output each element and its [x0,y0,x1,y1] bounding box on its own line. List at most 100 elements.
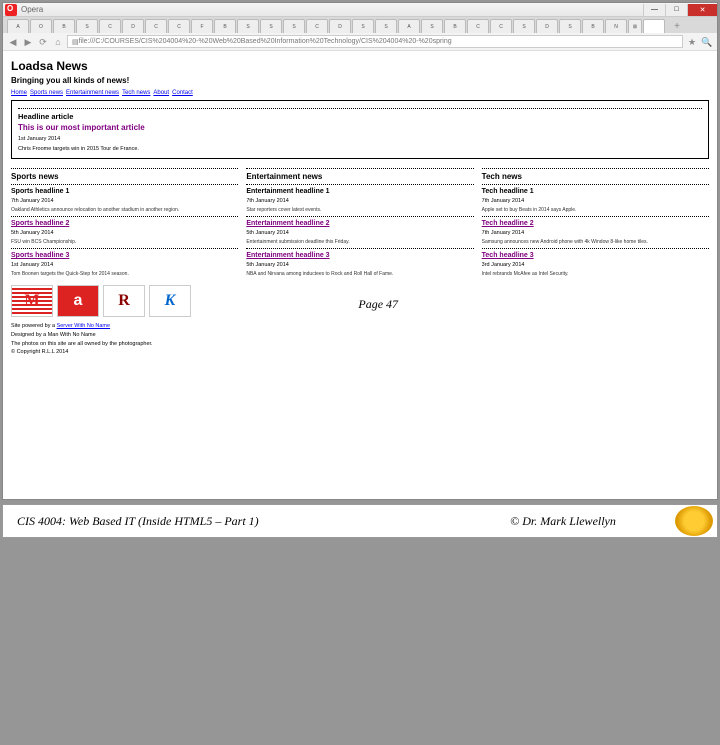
news-body: Intel rebrands McAfee as Intel Security. [482,271,709,277]
opera-logo-icon [5,4,17,16]
tab-active[interactable] [643,19,665,33]
site-subtitle: Bringing you all kinds of news! [11,76,709,85]
tab[interactable]: B [53,19,75,33]
news-headline[interactable]: Tech headline 3 [482,252,709,259]
url-input[interactable]: ▤ file:///C:/COURSES/CIS%204004%20-%20We… [67,35,683,48]
column-title: Sports news [11,172,238,181]
headline-body: Chris Froome targets win in 2015 Tour de… [18,146,702,152]
tab[interactable]: S [559,19,581,33]
news-headline[interactable]: Sports headline 2 [11,220,238,227]
footer-link[interactable]: Server With No Name [57,323,111,329]
news-date: 1st January 2014 [11,262,238,268]
site-title: Loadsa News [11,59,709,73]
tab[interactable]: O [30,19,52,33]
news-date: 5th January 2014 [11,230,238,236]
tab[interactable]: C [490,19,512,33]
tab[interactable]: C [168,19,190,33]
news-headline: Tech headline 1 [482,188,709,195]
tab[interactable]: B [444,19,466,33]
nav-link[interactable]: Sports news [30,90,63,96]
close-tab-icon[interactable]: ⊠ [628,19,642,33]
tab[interactable]: B [582,19,604,33]
slide-footer: CIS 4004: Web Based IT (Inside HTML5 – P… [2,504,718,538]
tab[interactable]: D [329,19,351,33]
footer-thumb: M [11,285,53,317]
nav-link[interactable]: Entertainment news [66,90,119,96]
news-column: Sports news Sports headline 1 7th January … [11,165,238,279]
address-bar: ◀ ▶ ⟳ ⌂ ▤ file:///C:/COURSES/CIS%204004%… [3,33,717,51]
footer-thumb: R [103,285,145,317]
tab[interactable]: S [76,19,98,33]
tab[interactable]: B [214,19,236,33]
minimize-button[interactable]: — [643,4,665,16]
site-nav: HomeSports newsEntertainment newsTech ne… [11,90,709,96]
forward-button[interactable]: ▶ [22,36,34,48]
url-text: file:///C:/COURSES/CIS%204004%20-%20Web%… [79,38,452,45]
search-button[interactable]: 🔍 [701,36,713,48]
news-headline: Sports headline 1 [11,188,238,195]
home-button[interactable]: ⌂ [52,36,64,48]
news-date: 7th January 2014 [246,198,473,204]
tab[interactable]: F [191,19,213,33]
headline-box: Headline article This is our most import… [11,100,709,159]
headline-date: 1st January 2014 [18,136,702,142]
news-headline[interactable]: Sports headline 3 [11,252,238,259]
column-title: Tech news [482,172,709,181]
window-title: Opera [19,5,43,14]
bookmark-button[interactable]: ★ [686,36,698,48]
nav-link[interactable]: Tech news [122,90,150,96]
tab[interactable]: N [605,19,627,33]
tab[interactable]: D [122,19,144,33]
news-column: Tech news Tech headline 1 7th January 2014… [482,165,709,279]
news-headline: Entertainment headline 1 [246,188,473,195]
news-body: Entertainment submission deadline this F… [246,239,473,245]
nav-link[interactable]: Home [11,90,27,96]
column-title: Entertainment news [246,172,473,181]
tab[interactable]: C [99,19,121,33]
news-body: Tom Boonen targets the Quick-Step for 20… [11,271,238,277]
new-tab-button[interactable]: + [666,19,688,33]
news-body: Oakland Athletics announce relocation to… [11,207,238,213]
tab[interactable]: S [421,19,443,33]
tab[interactable]: S [283,19,305,33]
news-headline[interactable]: Tech headline 2 [482,220,709,227]
close-button[interactable]: ✕ [687,4,717,16]
tab[interactable]: C [467,19,489,33]
titlebar: Opera — □ ✕ [3,3,717,17]
tab[interactable]: S [352,19,374,33]
slide-author: © Dr. Mark Llewellyn [451,514,675,529]
tab[interactable]: S [513,19,535,33]
tab[interactable]: S [260,19,282,33]
back-button[interactable]: ◀ [7,36,19,48]
news-headline[interactable]: Entertainment headline 2 [246,220,473,227]
news-date: 7th January 2014 [482,230,709,236]
tab[interactable]: A [7,19,29,33]
tab[interactable]: A [398,19,420,33]
news-column: Entertainment news Entertainment headline… [246,165,473,279]
tab[interactable]: S [237,19,259,33]
nav-link[interactable]: Contact [172,90,193,96]
news-body: Samsung announces new Android phone with… [482,239,709,245]
pegasus-logo-icon [675,506,713,536]
news-body: Apple set to buy Beats in 2014 says Appl… [482,207,709,213]
file-icon: ▤ [72,38,79,46]
slide-page: Page 47 [305,297,451,745]
tab[interactable]: D [536,19,558,33]
headline-label: Headline article [18,112,702,121]
news-columns: Sports news Sports headline 1 7th January … [11,165,709,279]
tab[interactable]: C [145,19,167,33]
tab[interactable]: C [306,19,328,33]
reload-button[interactable]: ⟳ [37,36,49,48]
news-body: Star reporters cover latest events. [246,207,473,213]
headline-title: This is our most important article [18,123,702,132]
tab-strip: AOBSCDCCFBSSSCDSSASBCCSDSBN⊠+ [3,17,717,33]
tab[interactable]: S [375,19,397,33]
footer-thumb: a [57,285,99,317]
news-date: 7th January 2014 [11,198,238,204]
news-headline[interactable]: Entertainment headline 3 [246,252,473,259]
news-date: 3rd January 2014 [482,262,709,268]
slide-course: CIS 4004: Web Based IT (Inside HTML5 – P… [3,514,305,529]
maximize-button[interactable]: □ [665,4,687,16]
nav-link[interactable]: About [153,90,169,96]
news-date: 7th January 2014 [482,198,709,204]
